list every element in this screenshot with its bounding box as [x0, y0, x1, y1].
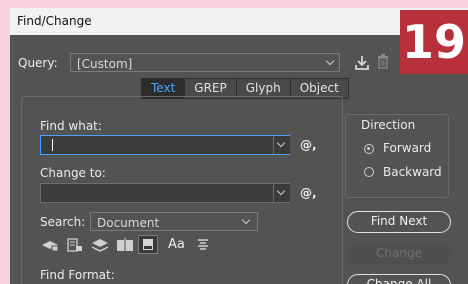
case-sensitive-icon[interactable]: Aa	[168, 237, 185, 252]
chevron-down-icon	[276, 186, 286, 196]
find-what-label: Find what:	[40, 119, 102, 133]
chevron-down-icon	[276, 138, 286, 148]
find-what-dropdown[interactable]	[273, 136, 290, 154]
window-title: Find/Change	[17, 14, 92, 28]
find-next-button[interactable]: Find Next	[347, 211, 451, 233]
backward-radio[interactable]	[364, 167, 374, 177]
change-to-dropdown[interactable]	[273, 184, 290, 202]
direction-title: Direction	[361, 118, 416, 132]
save-query-icon[interactable]	[354, 55, 370, 70]
change-all-button[interactable]: Change All	[347, 274, 451, 284]
find-what-input[interactable]	[40, 135, 290, 155]
search-scope-dropdown[interactable]: Document	[90, 212, 258, 231]
step-number-badge: 19	[400, 10, 468, 74]
forward-radio[interactable]	[364, 144, 374, 154]
include-footnotes-toggle[interactable]	[138, 235, 158, 254]
query-label: Query:	[18, 56, 58, 70]
forward-label: Forward	[383, 141, 432, 155]
include-footnotes-icon	[143, 239, 153, 250]
chevron-down-icon	[241, 215, 251, 225]
special-characters-change-icon[interactable]: @,	[300, 186, 317, 200]
special-characters-find-icon[interactable]: @,	[300, 138, 317, 152]
text-cursor	[52, 139, 53, 151]
query-value: [Custom]	[77, 57, 133, 71]
change-button[interactable]: Change	[347, 243, 451, 265]
delete-query-icon[interactable]	[377, 54, 389, 69]
change-to-input[interactable]	[40, 183, 290, 203]
query-dropdown[interactable]: [Custom]	[70, 53, 340, 72]
include-hidden-layers-icon[interactable]	[91, 238, 109, 252]
chevron-down-icon	[325, 56, 335, 66]
include-locked-layers-icon[interactable]	[41, 238, 59, 252]
include-locked-stories-icon[interactable]	[67, 238, 83, 252]
backward-label: Backward	[383, 165, 442, 179]
include-master-pages-icon[interactable]	[116, 237, 134, 252]
search-label: Search:	[40, 215, 86, 229]
change-to-label: Change to:	[40, 166, 106, 180]
whole-word-icon[interactable]	[196, 238, 210, 252]
find-format-label: Find Format:	[40, 268, 115, 282]
search-scope-value: Document	[97, 216, 160, 230]
